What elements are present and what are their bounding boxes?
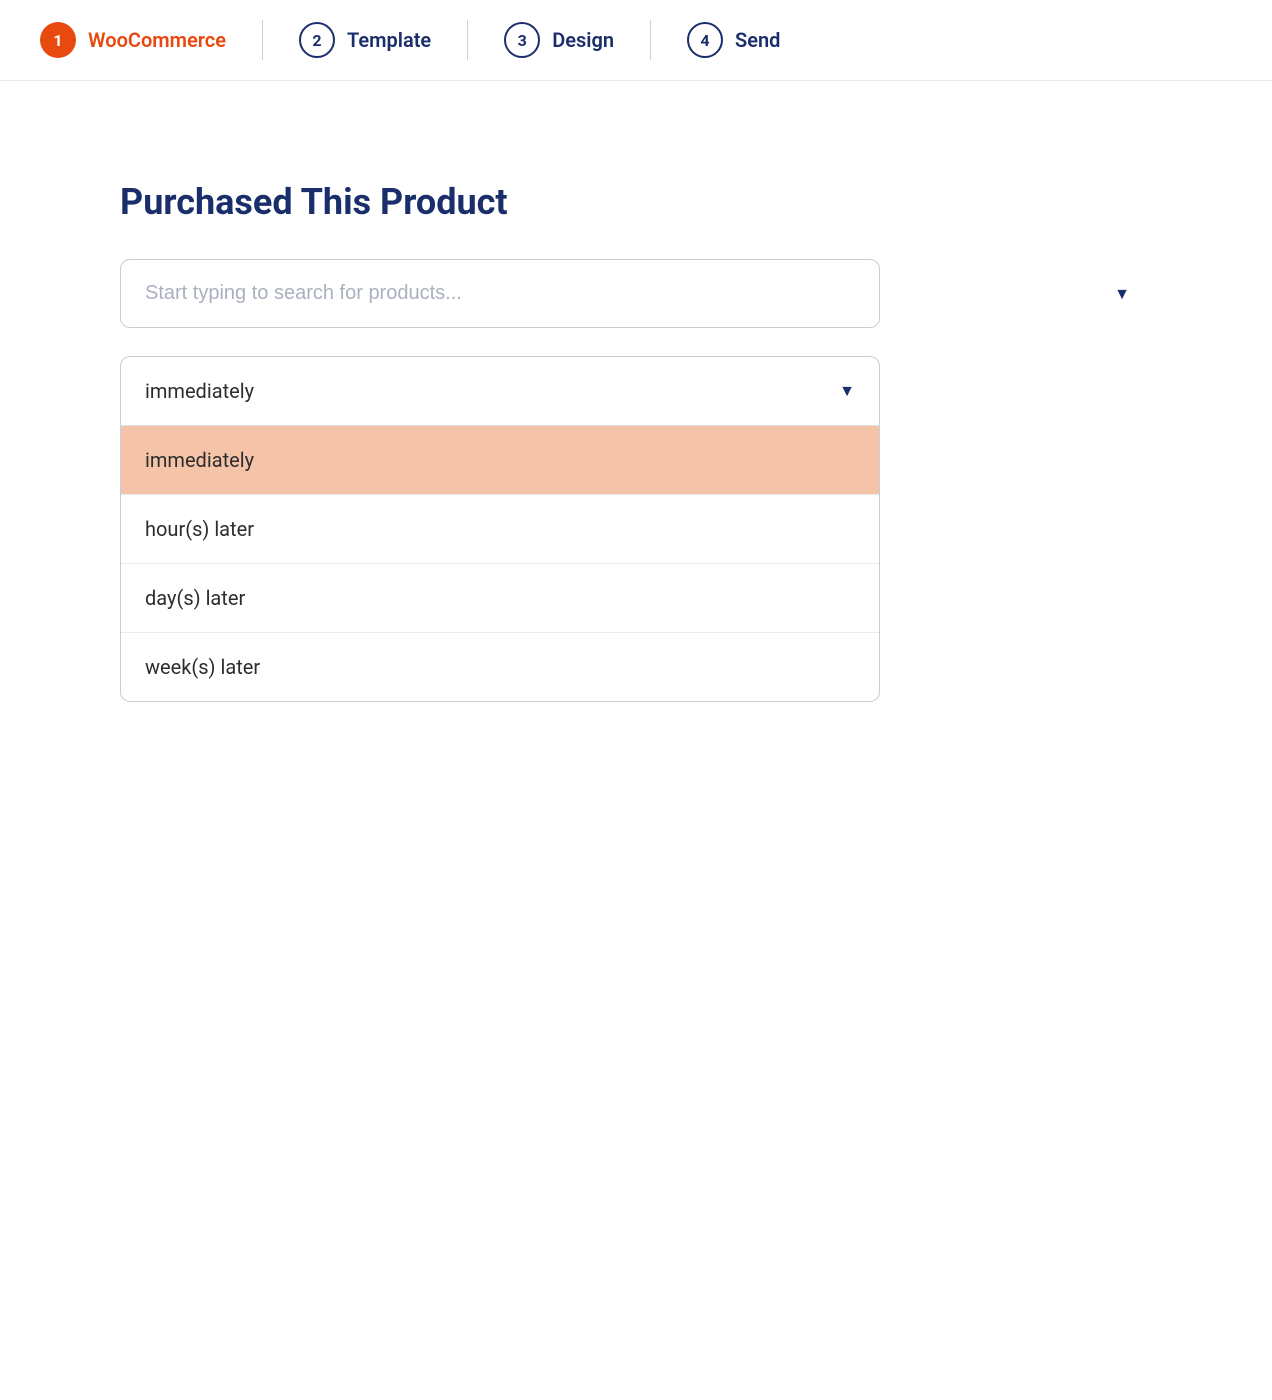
timing-option-hours-later[interactable]: hour(s) later	[121, 495, 879, 564]
timing-dropdown-arrow-icon: ▼	[839, 381, 855, 401]
product-search-input[interactable]	[120, 259, 880, 328]
step-divider-2	[467, 20, 468, 60]
main-content: Purchased This Product ▼ immediately ▼ i…	[0, 81, 1272, 762]
step-1[interactable]: 1 WooCommerce	[40, 22, 226, 58]
step-3-label: Design	[552, 28, 614, 52]
step-4-label: Send	[735, 28, 780, 52]
step-1-label: WooCommerce	[88, 28, 226, 52]
timing-option-days-later[interactable]: day(s) later	[121, 564, 879, 633]
step-2[interactable]: 2 Template	[299, 22, 431, 58]
timing-option-weeks-later[interactable]: week(s) later	[121, 633, 879, 701]
step-4[interactable]: 4 Send	[687, 22, 780, 58]
timing-selected-label: immediately	[145, 379, 254, 403]
step-3[interactable]: 3 Design	[504, 22, 614, 58]
step-2-number: 2	[299, 22, 335, 58]
step-1-number: 1	[40, 22, 76, 58]
timing-option-immediately[interactable]: immediately	[121, 426, 879, 495]
step-divider-3	[650, 20, 651, 60]
timing-dropdown[interactable]: immediately ▼ immediately hour(s) later …	[120, 356, 880, 702]
search-dropdown-arrow-icon: ▼	[1114, 284, 1130, 304]
timing-dropdown-header[interactable]: immediately ▼	[120, 356, 880, 425]
product-search-wrapper: ▼	[120, 259, 1152, 328]
step-3-number: 3	[504, 22, 540, 58]
stepper-header: 1 WooCommerce 2 Template 3 Design 4 Send	[0, 0, 1272, 81]
step-4-number: 4	[687, 22, 723, 58]
section-title: Purchased This Product	[120, 181, 1152, 223]
step-2-label: Template	[347, 28, 431, 52]
step-divider-1	[262, 20, 263, 60]
timing-options-list: immediately hour(s) later day(s) later w…	[120, 425, 880, 702]
